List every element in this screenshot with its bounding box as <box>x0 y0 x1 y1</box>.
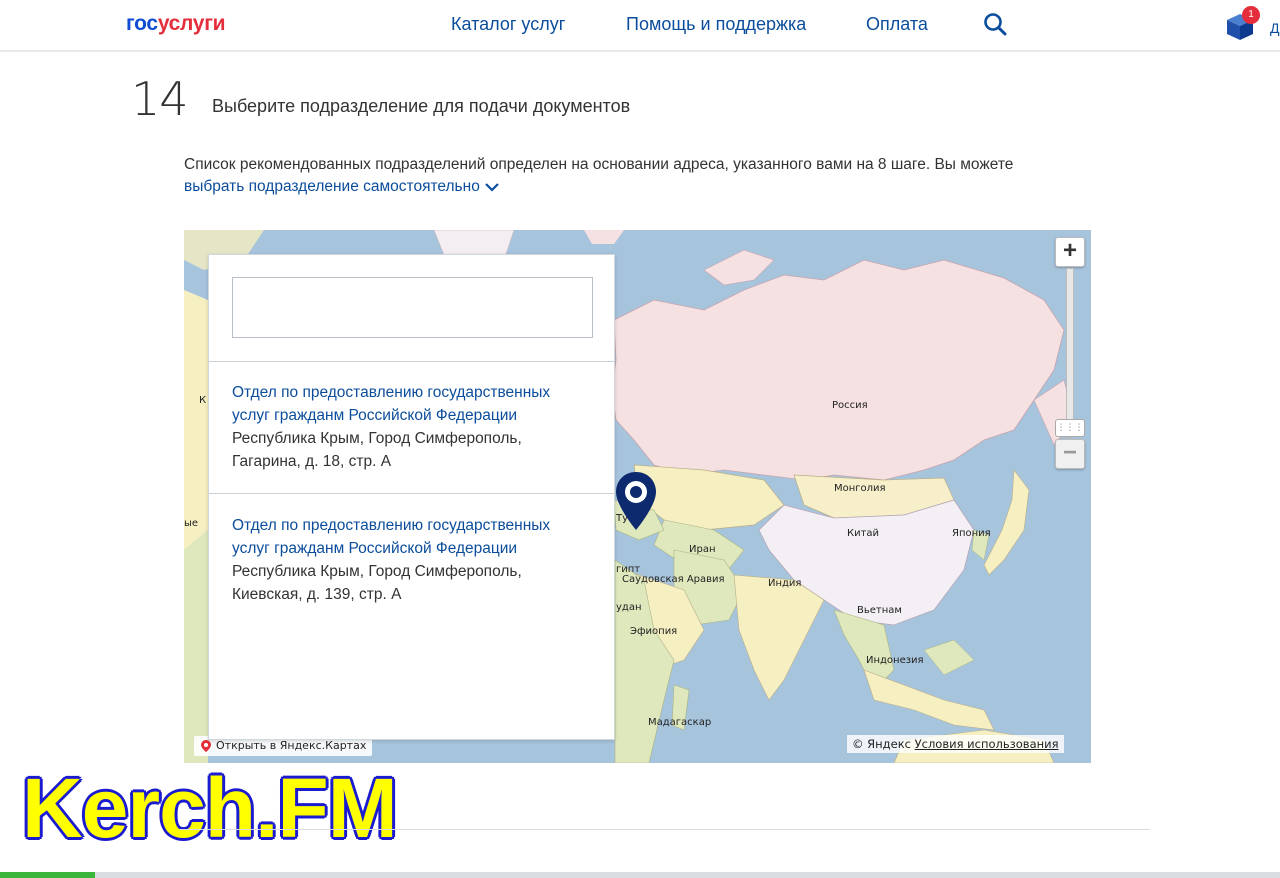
yandex-copyright: © Яндекс <box>852 737 911 751</box>
logo-part-gos: гос <box>126 12 158 35</box>
office-search-input[interactable] <box>232 277 593 338</box>
zoom-in-button[interactable]: + <box>1055 237 1085 267</box>
zoom-slider-track[interactable] <box>1066 268 1074 438</box>
page-bottom-green-bar <box>0 872 95 878</box>
map-label-vietnam: Вьетнам <box>857 605 902 616</box>
bottom-divider <box>180 829 1150 830</box>
map-label-sudan: удан <box>616 602 642 613</box>
map-label-edge-k: К <box>199 395 207 406</box>
panel-divider <box>209 493 614 494</box>
gosuslugi-logo[interactable]: госуслуги <box>126 12 226 36</box>
office-address-line: Республика Крым, Город Симферополь, <box>232 563 522 580</box>
nav-catalog-link[interactable]: Каталог услуг <box>451 14 565 35</box>
office-address-line: Гагарина, д. 18, стр. А <box>232 453 392 470</box>
office-title-line[interactable]: услуг гражданм Российской Федерации <box>232 404 602 427</box>
map-label-russia: Россия <box>832 400 868 411</box>
page-bottom-bar <box>0 872 1280 878</box>
panel-divider <box>209 361 614 362</box>
map-label-saudi-arabia: Саудовская Аравия <box>622 574 725 585</box>
self-select-label: выбрать подразделение самостоятельно <box>184 178 480 195</box>
map-label-china: Китай <box>847 528 880 539</box>
office-address-line: Республика Крым, Город Симферополь, <box>232 430 522 447</box>
chevron-down-icon <box>485 183 499 192</box>
map-label-india: Индия <box>768 578 802 589</box>
office-title-line[interactable]: Отдел по предоставлению государственных <box>232 514 602 537</box>
zoom-slider-handle[interactable]: ⋮⋮⋮ <box>1055 419 1085 437</box>
kerch-fm-watermark: Kerch.FM <box>22 761 398 855</box>
map-label-mongolia: Монголия <box>834 483 886 494</box>
map-label-edge-ye: ые <box>184 518 199 529</box>
nav-help-link[interactable]: Помощь и поддержка <box>626 14 806 35</box>
terms-of-use-link[interactable]: Условия использования <box>915 737 1059 751</box>
yandex-map[interactable]: Россия Монголия Китай Япония Иран Индия … <box>184 230 1091 763</box>
step-description: Список рекомендованных подразделений опр… <box>184 156 1014 173</box>
map-label-indonesia: Индонезия <box>866 655 924 666</box>
logo-part-uslugi: услуги <box>157 12 226 35</box>
cart-count-badge: 1 <box>1242 6 1260 24</box>
nav-payment-link[interactable]: Оплата <box>866 14 928 35</box>
location-pin-icon[interactable] <box>614 470 658 534</box>
search-icon[interactable] <box>982 11 1010 39</box>
map-label-iran: Иран <box>689 544 716 555</box>
yandex-logo-icon <box>201 740 211 752</box>
self-select-link[interactable]: выбрать подразделение самостоятельно <box>184 176 500 198</box>
office-list-panel: Отдел по предоставлению государственных … <box>208 254 615 740</box>
cut-off-menu-item[interactable]: Д <box>1270 20 1279 36</box>
zoom-out-button[interactable]: − <box>1055 439 1085 469</box>
top-header: госуслуги Каталог услуг Помощь и поддерж… <box>0 0 1280 52</box>
step-number: 14 <box>131 72 189 126</box>
map-label-madagascar: Мадагаскар <box>648 717 712 728</box>
map-label-japan: Япония <box>952 528 991 539</box>
office-list-item[interactable]: Отдел по предоставлению государственных … <box>232 514 602 606</box>
office-address-line: Киевская, д. 139, стр. А <box>232 586 402 603</box>
office-title-line[interactable]: Отдел по предоставлению государственных <box>232 381 602 404</box>
map-label-egypt: гипт <box>616 564 641 575</box>
office-title-line[interactable]: услуг гражданм Российской Федерации <box>232 537 602 560</box>
step-title: Выберите подразделение для подачи докуме… <box>212 96 631 116</box>
open-in-yandex-maps-label: Открыть в Яндекс.Картах <box>216 739 367 752</box>
map-attribution: © Яндекс Условия использования <box>847 735 1064 753</box>
office-list-item[interactable]: Отдел по предоставлению государственных … <box>232 381 602 473</box>
map-label-ethiopia: Эфиопия <box>630 626 678 637</box>
